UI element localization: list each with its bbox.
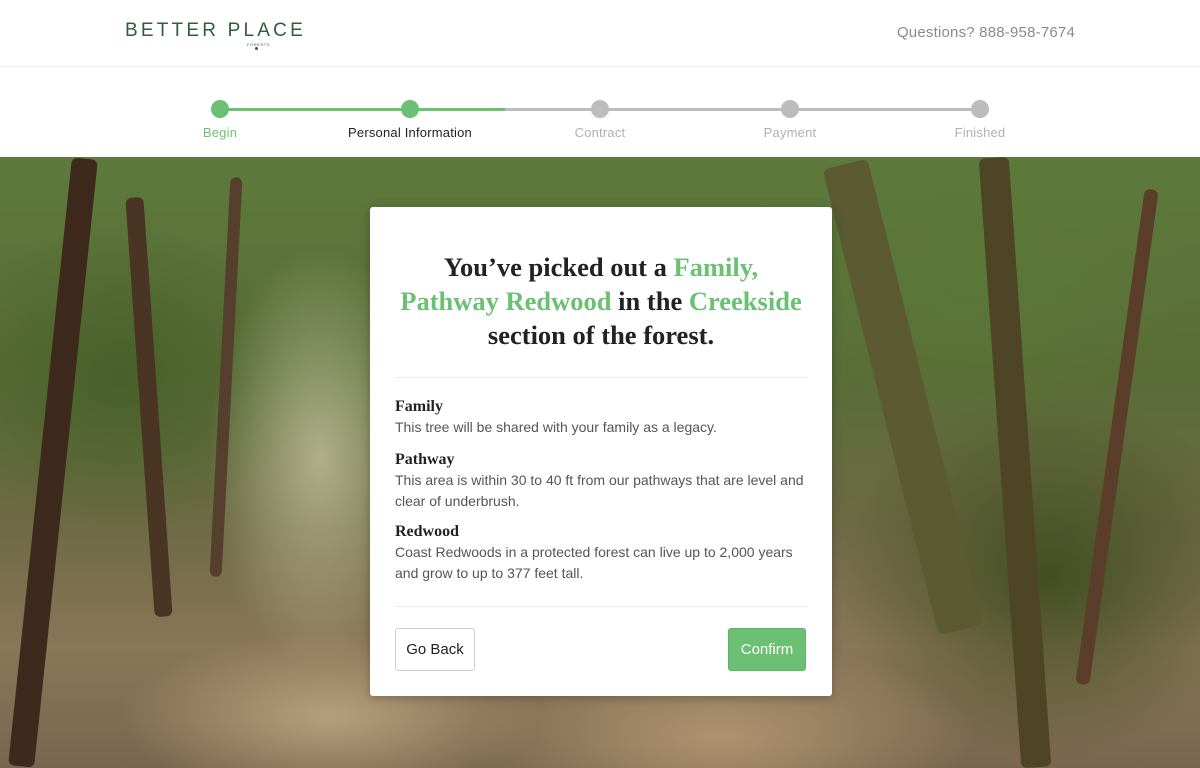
support-phone[interactable]: Questions? 888-958-7674: [897, 24, 1075, 41]
step-dot-icon: [211, 100, 229, 118]
step-begin: Begin: [120, 100, 320, 140]
logo-dot-icon: [255, 47, 258, 50]
selection-headline: You’ve picked out a Family, Pathway Redw…: [400, 252, 802, 350]
feature-description: Coast Redwoods in a protected forest can…: [395, 544, 793, 581]
step-finished: Finished: [880, 100, 1080, 140]
step-dot-icon: [401, 100, 419, 118]
tree-trunk: [978, 157, 1052, 768]
site-header: BETTER PLACE FORESTS Questions? 888-958-…: [0, 0, 1200, 67]
feature-description: This area is within 30 to 40 ft from our…: [395, 472, 804, 509]
logo-subtext: FORESTS: [247, 42, 271, 47]
divider: [395, 377, 807, 378]
step-label: Personal Information: [348, 125, 472, 140]
step-label: Finished: [954, 125, 1006, 140]
go-back-button[interactable]: Go Back: [395, 628, 475, 671]
progress-stepper: Begin Personal Information Contract Paym…: [0, 67, 1200, 157]
confirm-button[interactable]: Confirm: [728, 628, 806, 671]
logo-wordmark: BETTER PLACE: [125, 20, 306, 41]
better-place-logo[interactable]: BETTER PLACE FORESTS: [125, 20, 306, 50]
step-label: Contract: [574, 125, 626, 140]
feature-title: Family: [395, 398, 443, 415]
tree-trunk: [822, 158, 984, 636]
feature-title: Pathway: [395, 451, 455, 468]
step-personal-information: Personal Information: [310, 100, 510, 140]
forest-section-highlight: Creekside: [688, 286, 802, 316]
tree-trunk: [125, 196, 173, 618]
step-payment: Payment: [690, 100, 890, 140]
feature-title: Redwood: [395, 523, 460, 540]
step-dot-icon: [781, 100, 799, 118]
step-label: Begin: [202, 125, 238, 140]
step-dot-icon: [971, 100, 989, 118]
selection-summary-card: You’ve picked out a Family, Pathway Redw…: [370, 207, 832, 696]
feature-family: Family This tree will be shared with you…: [395, 397, 815, 438]
step-dot-icon: [591, 100, 609, 118]
step-label: Payment: [763, 125, 817, 140]
tree-trunk: [8, 157, 98, 768]
feature-redwood: Redwood Coast Redwoods in a protected fo…: [395, 522, 815, 584]
tree-trunk: [209, 176, 243, 578]
tree-trunk: [1075, 188, 1159, 686]
feature-pathway: Pathway This area is within 30 to 40 ft …: [395, 450, 815, 512]
feature-description: This tree will be shared with your famil…: [395, 419, 717, 435]
divider: [395, 606, 807, 607]
step-contract: Contract: [500, 100, 700, 140]
